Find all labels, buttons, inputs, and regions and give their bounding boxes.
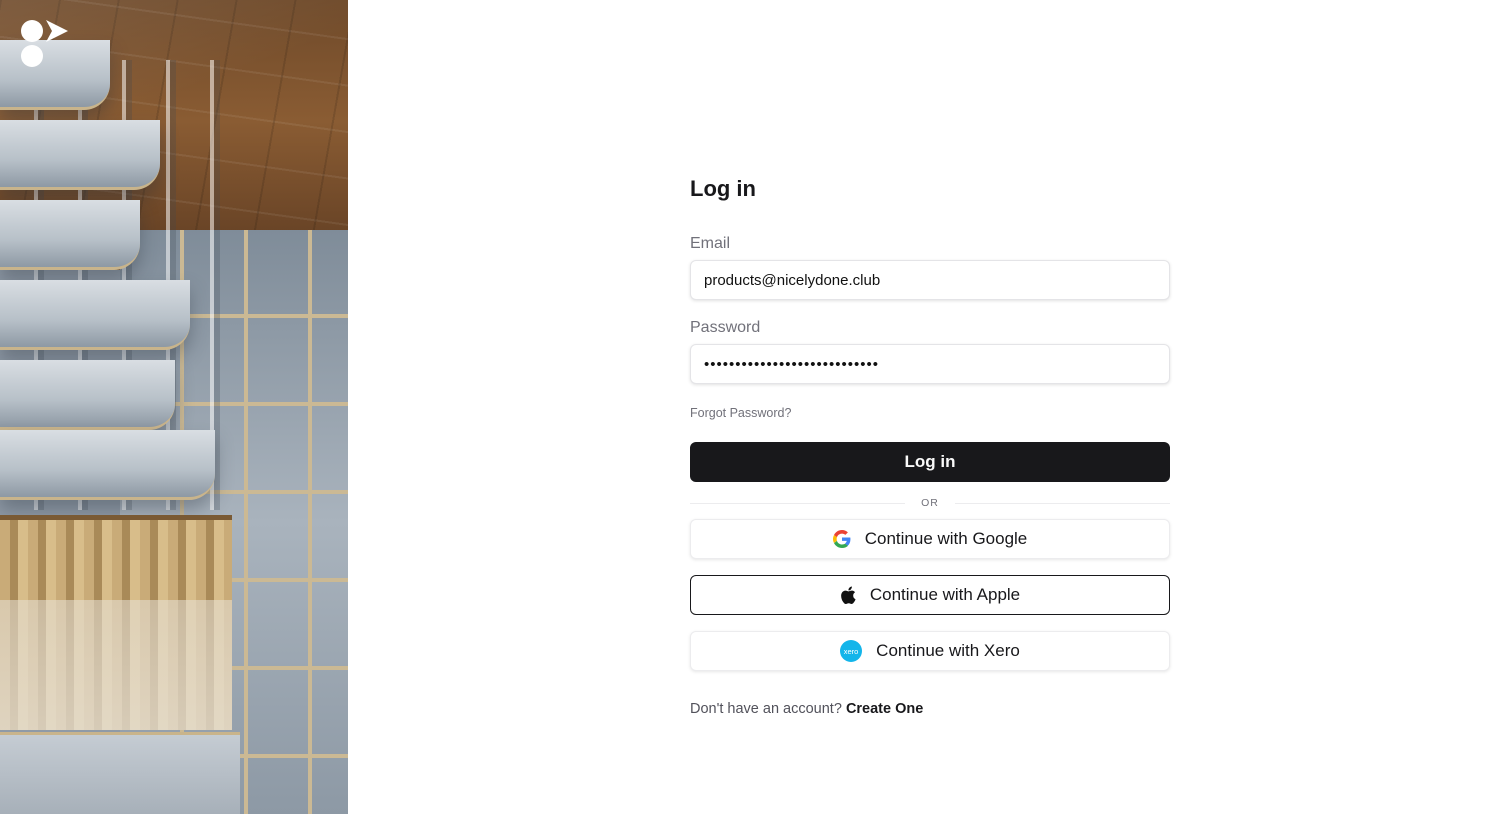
password-label: Password [690, 319, 761, 336]
page-title: Log in [690, 176, 756, 201]
hero-image [0, 0, 348, 814]
apple-login-label: Continue with Apple [869, 585, 1021, 604]
google-icon [832, 530, 851, 548]
divider-line [954, 502, 1170, 504]
login-form: Log in Email products@nicelydone.club Pa… [690, 174, 1170, 718]
hero-slab [0, 280, 190, 350]
email-label: Email [690, 235, 731, 252]
apple-icon [840, 586, 856, 604]
hero-slab [0, 200, 140, 270]
divider-text: OR [921, 497, 939, 509]
create-account-link[interactable]: Create One [846, 701, 923, 717]
password-field[interactable]: •••••••••••••••••••••••••••• [690, 344, 1170, 384]
google-login-label: Continue with Google [864, 529, 1028, 548]
xero-login-button[interactable]: xero Continue with Xero [690, 631, 1170, 671]
hero-slab [0, 120, 160, 190]
email-value: products@nicelydone.club [704, 271, 881, 289]
login-button-label: Log in [904, 452, 956, 471]
google-login-button[interactable]: Continue with Google [690, 519, 1170, 559]
hero-slab [0, 360, 175, 430]
apple-login-button[interactable]: Continue with Apple [690, 575, 1170, 615]
forgot-password-link[interactable]: Forgot Password? [690, 405, 791, 421]
svg-text:xero: xero [844, 647, 859, 656]
xero-icon: xero [840, 640, 863, 662]
signup-prompt: Don't have an account? Create One [690, 700, 1170, 718]
login-page: Log in Email products@nicelydone.club Pa… [0, 0, 1512, 814]
or-divider: OR [690, 496, 1170, 510]
login-button[interactable]: Log in [690, 442, 1170, 482]
divider-line [690, 502, 906, 504]
hero-base [0, 732, 240, 814]
brand-logo-icon[interactable] [18, 18, 70, 70]
hero-curtain [0, 515, 232, 730]
xero-login-label: Continue with Xero [876, 641, 1020, 660]
password-value: •••••••••••••••••••••••••••• [704, 355, 880, 373]
hero-slab [0, 430, 215, 500]
signup-prompt-text: Don't have an account? [690, 701, 842, 717]
email-field[interactable]: products@nicelydone.club [690, 260, 1170, 300]
